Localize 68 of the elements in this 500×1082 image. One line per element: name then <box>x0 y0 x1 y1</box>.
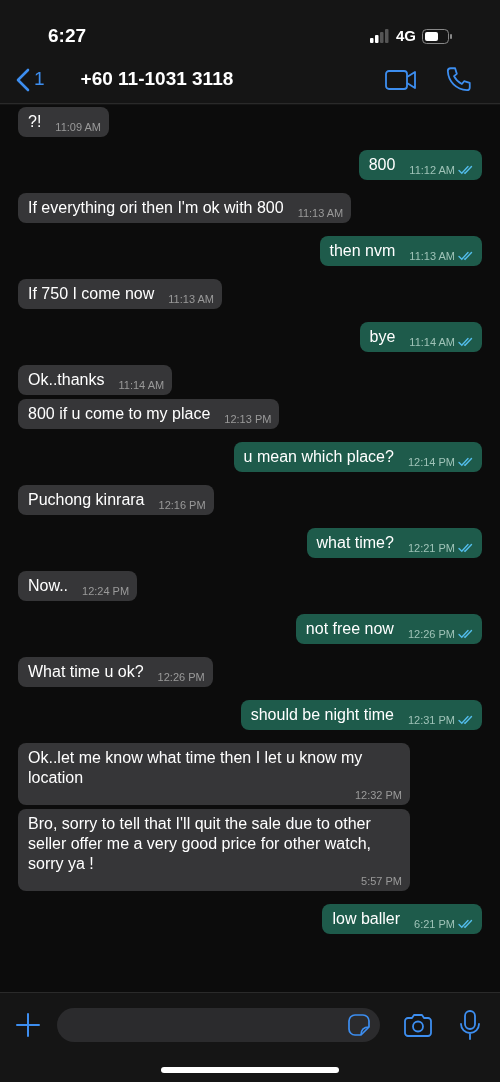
received-message-bubble[interactable]: Ok..let me know what time then I let u know my location 12:32 PM <box>18 743 410 805</box>
received-message-bubble[interactable]: If everything ori then I'm ok with 800 11:13 AM <box>18 193 352 223</box>
message-time: 11:13 AM <box>168 291 214 307</box>
message-text: u mean which place? <box>243 447 394 467</box>
battery-icon <box>422 28 452 44</box>
message-time: 12:31 PM <box>407 712 455 728</box>
message-time: 11:14 AM <box>409 334 455 350</box>
message-text: 800 if u come to my place <box>28 404 211 424</box>
message-time: 12:16 PM <box>158 497 206 513</box>
sent-message-bubble[interactable]: should be night time 12:31 PM <box>240 700 482 730</box>
message-text: Now.. <box>28 576 68 596</box>
received-message-bubble[interactable]: 800 if u come to my place 12:13 PM <box>18 399 280 429</box>
received-message-bubble[interactable]: If 750 I come now 11:13 AM <box>18 279 222 309</box>
message-time: 12:26 PM <box>157 669 205 685</box>
message-time: 5:57 PM <box>361 873 402 889</box>
message-time: 12:26 PM <box>407 626 455 642</box>
received-message-bubble[interactable]: ?! 11:09 AM <box>18 107 109 137</box>
sent-message-bubble[interactable]: bye 11:14 AM <box>359 322 482 352</box>
sent-message-bubble[interactable]: low baller 6:21 PM <box>322 904 482 934</box>
message-time: 12:14 PM <box>407 454 455 470</box>
message-time: 12:21 PM <box>407 540 455 556</box>
message-time: 11:13 AM <box>297 205 344 221</box>
sent-message-bubble[interactable]: what time? 12:21 PM <box>306 528 482 558</box>
sticker-icon[interactable] <box>348 1014 370 1036</box>
message-time: 11:09 AM <box>55 119 101 135</box>
message-text: Bro, sorry to tell that I'll quit the sale due to other seller offer me a very good price for other watch, sorry ya ! <box>28 814 372 874</box>
received-message-bubble[interactable]: Now.. 12:24 PM <box>18 571 138 601</box>
message-text: what time? <box>316 533 394 553</box>
message-time: 11:12 AM <box>409 162 455 178</box>
plus-icon[interactable] <box>16 1013 40 1037</box>
message-text: not free now <box>305 619 394 639</box>
message-time: 11:13 AM <box>409 248 455 264</box>
message-text: ?! <box>28 112 42 132</box>
sent-message-bubble[interactable]: then nvm 11:13 AM <box>319 236 482 266</box>
message-text: low baller <box>332 909 401 929</box>
sent-message-bubble[interactable]: not free now 12:26 PM <box>295 614 482 644</box>
received-message-bubble[interactable]: What time u ok? 12:26 PM <box>18 657 213 687</box>
microphone-icon[interactable] <box>460 1010 480 1040</box>
message-text: What time u ok? <box>28 662 144 682</box>
sent-message-bubble[interactable]: u mean which place? 12:14 PM <box>233 442 482 472</box>
signal-icon <box>370 29 390 43</box>
back-button[interactable]: 1 <box>16 65 45 94</box>
message-time: 11:14 AM <box>118 377 165 393</box>
received-message-bubble[interactable]: Puchong kinrara 12:16 PM <box>18 485 214 515</box>
received-message-bubble[interactable]: Ok..thanks 11:14 AM <box>18 365 173 395</box>
network-label: 4G <box>396 25 416 46</box>
sent-message-bubble[interactable]: 800 11:12 AM <box>358 150 482 180</box>
message-input-field[interactable] <box>57 1008 380 1042</box>
message-text: Puchong kinrara <box>28 490 145 510</box>
message-time: 12:24 PM <box>82 583 130 599</box>
contact-title[interactable]: +60 11-1031 3118 <box>80 65 234 94</box>
video-call-icon[interactable] <box>385 68 417 91</box>
message-text: should be night time <box>250 705 394 725</box>
message-time: 6:21 PM <box>414 916 455 932</box>
message-text: then nvm <box>329 241 396 261</box>
message-text: 800 <box>368 155 396 175</box>
phone-icon[interactable] <box>445 66 472 93</box>
message-time: 12:32 PM <box>354 787 402 803</box>
message-time: 12:13 PM <box>224 411 272 427</box>
message-text: Ok..let me know what time then I let u know my location <box>28 748 364 788</box>
back-chevron-icon <box>16 67 30 92</box>
status-time: 6:27 <box>48 23 87 48</box>
message-text: If everything ori then I'm ok with 800 <box>28 198 284 218</box>
camera-icon[interactable] <box>404 1013 432 1037</box>
received-message-bubble[interactable]: Bro, sorry to tell that I'll quit the sale due to other seller offer me a very good price for other watch, sorry ya ! 5:57 PM <box>18 809 410 891</box>
message-text: If 750 I come now <box>28 284 155 304</box>
message-text: Ok..thanks <box>28 370 105 390</box>
message-text: bye <box>369 327 396 347</box>
